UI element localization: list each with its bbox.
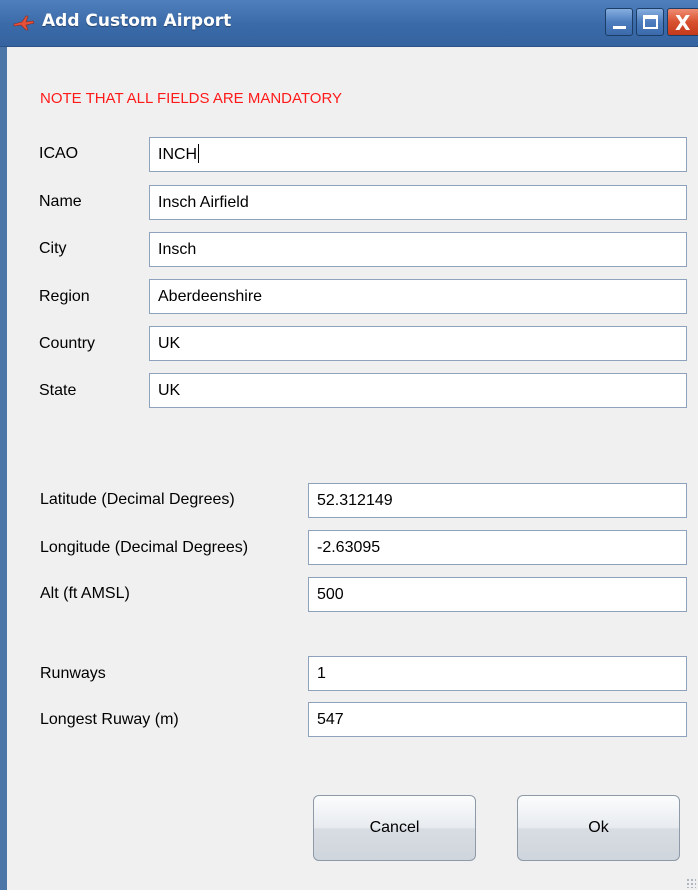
window-title: Add Custom Airport [42,11,232,31]
runways-input[interactable]: 1 [308,656,687,691]
name-input[interactable]: Insch Airfield [149,185,687,220]
minimize-icon [613,26,626,29]
runways-label: Runways [40,665,106,682]
region-input[interactable]: Aberdeenshire [149,279,687,314]
longitude-label: Longitude (Decimal Degrees) [40,539,249,556]
icao-input[interactable]: INCH [149,137,687,172]
close-icon: X [675,11,691,35]
state-label: State [39,382,77,399]
icao-label: ICAO [39,145,79,162]
longest-runway-label: Longest Ruway (m) [40,711,179,728]
airplane-icon [13,15,35,31]
cancel-button[interactable]: Cancel [313,795,476,861]
close-button[interactable]: X [667,8,698,36]
ok-button[interactable]: Ok [517,795,680,861]
country-label: Country [39,335,96,352]
resize-grip[interactable] [686,878,696,888]
maximize-button[interactable] [636,8,664,36]
altitude-input[interactable]: 500 [308,577,687,612]
city-label: City [39,240,67,257]
text-caret [198,143,200,163]
icao-value: INCH [158,146,198,163]
mandatory-note: NOTE THAT ALL FIELDS ARE MANDATORY [40,90,343,107]
region-label: Region [39,288,90,305]
country-input[interactable]: UK [149,326,687,361]
name-label: Name [39,193,82,210]
city-input[interactable]: Insch [149,232,687,267]
maximize-icon [643,15,658,29]
title-bar[interactable]: Add Custom Airport X [0,0,698,47]
latitude-label: Latitude (Decimal Degrees) [40,491,235,508]
longitude-input[interactable]: -2.63095 [308,530,687,565]
longest-runway-input[interactable]: 547 [308,702,687,737]
latitude-input[interactable]: 52.312149 [308,483,687,518]
add-custom-airport-window: Add Custom Airport X NOTE THAT ALL FIELD… [0,0,698,890]
state-input[interactable]: UK [149,373,687,408]
minimize-button[interactable] [605,8,633,36]
altitude-label: Alt (ft AMSL) [40,585,130,602]
